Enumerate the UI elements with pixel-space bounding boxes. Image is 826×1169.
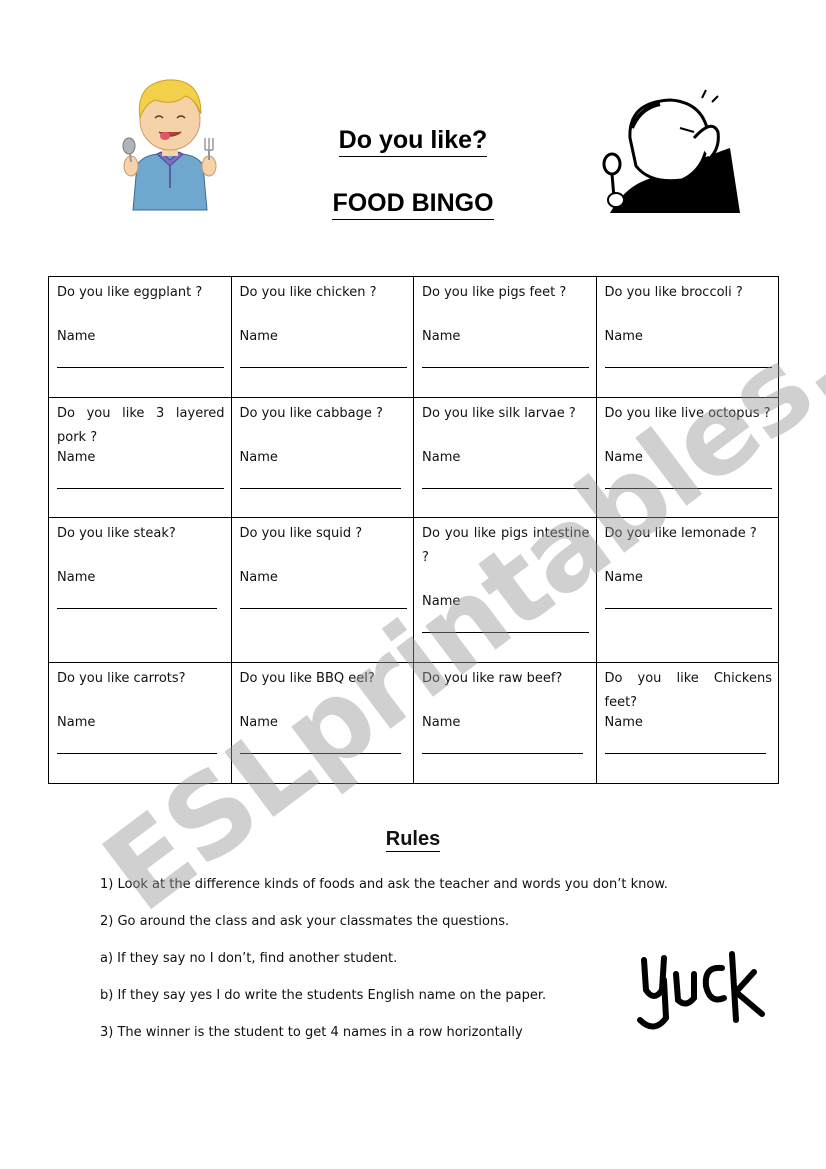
name-label: Name — [239, 715, 278, 730]
name-label: Name — [422, 450, 461, 465]
bingo-row: Do you like carrots? Name Do you like BBQ … — [48, 662, 779, 784]
name-label: Name — [604, 450, 643, 465]
worksheet-page: Do you like? FOOD BINGO Do you like eggp… — [0, 0, 826, 1169]
name-write-line[interactable] — [57, 367, 224, 368]
name-write-line[interactable] — [57, 753, 217, 754]
bingo-row: Do you like 3 layered pork ? Name Do you l… — [48, 397, 779, 518]
name-write-line[interactable] — [239, 367, 407, 368]
name-label: Name — [604, 715, 643, 730]
name-label: Name — [57, 329, 96, 344]
bingo-question: Do you like steak? — [57, 526, 176, 541]
bingo-cell[interactable]: Do you like lemonade ? Name — [595, 517, 779, 663]
bingo-question: Do you like pigs feet ? — [422, 285, 567, 300]
bingo-cell[interactable]: Do you like Chickens feet? Name — [595, 662, 779, 784]
name-write-line[interactable] — [604, 367, 772, 368]
bingo-question: Do you like broccoli ? — [604, 285, 743, 300]
name-label: Name — [422, 329, 461, 344]
name-write-line[interactable] — [239, 608, 407, 609]
bingo-cell[interactable]: Do you like pigs intestine ? Name — [413, 517, 597, 663]
name-write-line[interactable] — [57, 488, 224, 489]
name-label: Name — [57, 715, 96, 730]
name-write-line[interactable] — [604, 608, 772, 609]
bingo-question: Do you like raw beef? — [422, 671, 563, 686]
bingo-cell[interactable]: Do you like broccoli ? Name — [595, 276, 779, 398]
name-write-line[interactable] — [422, 367, 589, 368]
bingo-cell[interactable]: Do you like live octopus ? Name — [595, 397, 779, 518]
page-title: Do you like? — [0, 126, 826, 157]
name-label: Name — [604, 329, 643, 344]
bingo-question: Do you like live octopus ? — [604, 406, 771, 421]
bingo-cell[interactable]: Do you like BBQ eel? Name — [230, 662, 414, 784]
name-label: Name — [422, 594, 461, 609]
bingo-cell[interactable]: Do you like 3 layered pork ? Name — [48, 397, 232, 518]
name-label: Name — [239, 570, 278, 585]
bingo-row: Do you like steak? Name Do you like squid … — [48, 517, 779, 663]
bingo-question: Do you like chicken ? — [239, 285, 377, 300]
bingo-row: Do you like eggplant ? Name Do you like ch… — [48, 276, 779, 398]
page-subtitle: FOOD BINGO — [0, 189, 826, 220]
name-write-line[interactable] — [422, 753, 583, 754]
rule-item: 3) The winner is the student to get 4 na… — [100, 1025, 523, 1040]
bingo-cell[interactable]: Do you like steak? Name — [48, 517, 232, 663]
name-label: Name — [57, 450, 96, 465]
yuck-handwriting-illustration — [637, 951, 765, 1030]
name-write-line[interactable] — [422, 488, 589, 489]
bingo-question: Do you like carrots? — [57, 671, 186, 686]
name-label: Name — [239, 329, 278, 344]
bingo-question: Do you like BBQ eel? — [239, 671, 375, 686]
bingo-question: Do you like eggplant ? — [57, 285, 203, 300]
bingo-cell[interactable]: Do you like carrots? Name — [48, 662, 232, 784]
bingo-cell[interactable]: Do you like cabbage ? Name — [230, 397, 414, 518]
bingo-cell[interactable]: Do you like chicken ? Name — [230, 276, 414, 398]
bingo-cell[interactable]: Do you like eggplant ? Name — [48, 276, 232, 398]
bingo-question: Do you like pigs intestine ? — [422, 526, 590, 565]
name-label: Name — [57, 570, 96, 585]
bingo-question: Do you like Chickens feet? — [604, 671, 773, 710]
bingo-question: Do you like squid ? — [239, 526, 363, 541]
bingo-cell[interactable]: Do you like silk larvae ? Name — [413, 397, 597, 518]
name-write-line[interactable] — [57, 608, 217, 609]
rule-item: 2) Go around the class and ask your clas… — [100, 914, 510, 929]
name-write-line[interactable] — [239, 488, 401, 489]
rule-item: b) If they say yes I do write the studen… — [100, 988, 547, 1003]
name-label: Name — [422, 715, 461, 730]
bingo-cell[interactable]: Do you like pigs feet ? Name — [413, 276, 597, 398]
name-write-line[interactable] — [604, 488, 772, 489]
rule-item: 1) Look at the difference kinds of foods… — [100, 877, 668, 892]
bingo-question: Do you like cabbage ? — [239, 406, 383, 421]
name-write-line[interactable] — [422, 632, 589, 633]
bingo-question: Do you like lemonade ? — [604, 526, 757, 541]
bingo-grid: Do you like eggplant ? Name Do you like ch… — [48, 276, 779, 784]
name-write-line[interactable] — [239, 753, 401, 754]
bingo-question: Do you like 3 layered pork ? — [57, 406, 225, 445]
bingo-question: Do you like silk larvae ? — [422, 406, 576, 421]
bingo-cell[interactable]: Do you like squid ? Name — [230, 517, 414, 663]
rules-heading: Rules — [385, 828, 441, 852]
name-label: Name — [239, 450, 278, 465]
name-write-line[interactable] — [604, 753, 766, 754]
rule-item: a) If they say no I don’t, find another … — [100, 951, 398, 966]
name-label: Name — [604, 570, 643, 585]
bingo-cell[interactable]: Do you like raw beef? Name — [413, 662, 597, 784]
